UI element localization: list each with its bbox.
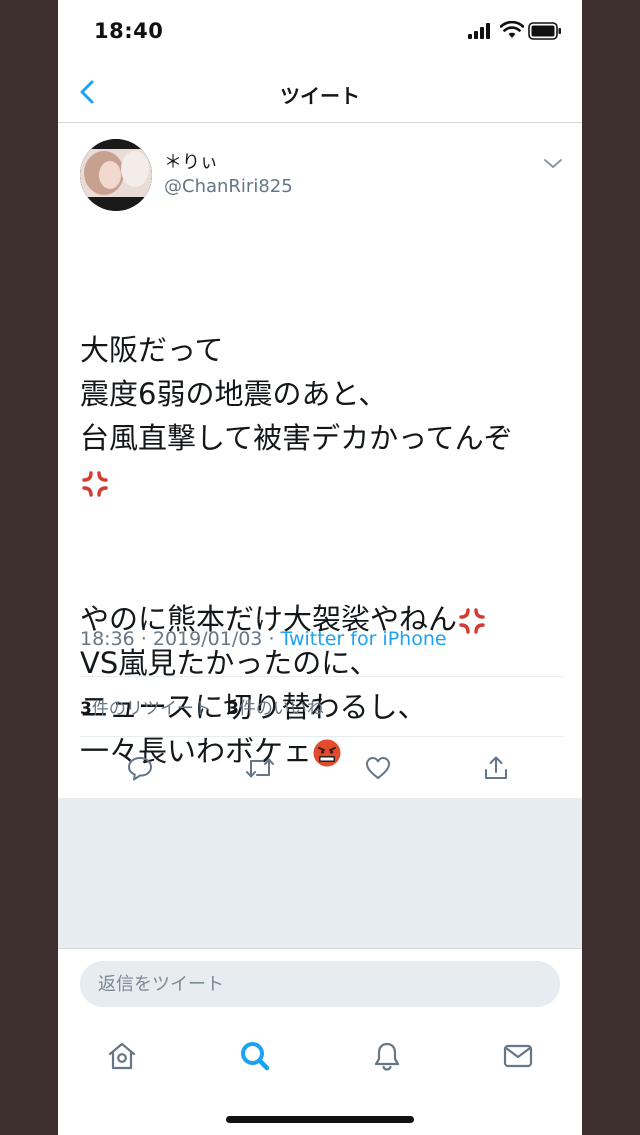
page-title: ツイート: [280, 84, 360, 108]
messages-icon: [503, 1044, 533, 1068]
tab-search[interactable]: [235, 1036, 275, 1076]
reply-button[interactable]: [120, 748, 160, 788]
home-icon: [108, 1042, 136, 1070]
tweet-line: 台風直撃して被害デカかってんぞ: [80, 421, 513, 455]
divider: [80, 676, 564, 677]
tweet-paragraph-1: 大阪だって 震度6弱の地震のあと、 台風直撃して被害デカかってんぞ: [80, 328, 560, 504]
tweet-line: VS嵐見たかったのに、: [80, 646, 379, 680]
status-bar: 18:40: [58, 0, 582, 62]
tab-messages[interactable]: [498, 1036, 538, 1076]
like-icon: [366, 757, 390, 779]
user-name[interactable]: ＊りぃ: [164, 148, 218, 174]
home-indicator: [226, 1116, 414, 1123]
tab-bar: [58, 1024, 582, 1084]
like-stat[interactable]: 3件のいいね: [227, 699, 324, 719]
tweet-source-link[interactable]: Twitter for iPhone: [281, 628, 447, 650]
user-handle[interactable]: @ChanRiri825: [164, 176, 293, 197]
anger-symbol-icon: [459, 608, 485, 634]
replies-area: [58, 798, 582, 948]
retweet-button[interactable]: [240, 748, 280, 788]
nav-bar: ツイート: [58, 62, 582, 123]
tweet-line: 大阪だって: [80, 333, 224, 367]
reply-input[interactable]: [80, 961, 560, 1007]
divider: [80, 736, 564, 737]
tweet-line: 震度6弱の地震のあと、: [80, 377, 388, 411]
search-icon: [241, 1042, 270, 1071]
tweet-actions: [58, 748, 582, 788]
reply-icon: [128, 757, 152, 781]
tweet-meta: 18:36 · 2019/01/03 · Twitter for iPhone: [80, 628, 447, 650]
avatar[interactable]: [80, 139, 152, 211]
signal-icon: [468, 23, 490, 39]
tweet-time: 18:36: [80, 628, 135, 650]
retweet-icon: [246, 758, 274, 778]
share-button[interactable]: [476, 748, 516, 788]
tab-home[interactable]: [102, 1036, 142, 1076]
phone-screen: 18:40 ツイート ＊りぃ @ChanRiri825 大阪だって 震度6弱の地…: [58, 0, 582, 1135]
chevron-down-icon[interactable]: [542, 157, 564, 171]
battery-icon: [528, 22, 561, 40]
reply-bar: [58, 948, 582, 1021]
notifications-icon: [374, 1042, 400, 1071]
tweet-date: 2019/01/03: [152, 628, 263, 650]
tab-notifications[interactable]: [367, 1036, 407, 1076]
retweet-stat[interactable]: 3件のリツイート: [80, 699, 211, 719]
tweet-paragraph-2: やのに熊本だけ大袈裟やねん VS嵐見たかったのに、 ニュースに切り替わるし、 一…: [80, 597, 560, 773]
status-time: 18:40: [94, 19, 164, 43]
share-icon: [485, 756, 507, 779]
anger-symbol-icon: [82, 471, 108, 497]
like-button[interactable]: [358, 748, 398, 788]
wifi-icon: [500, 21, 524, 38]
tweet-stats: 3件のリツイート 3件のいいね: [80, 694, 324, 719]
